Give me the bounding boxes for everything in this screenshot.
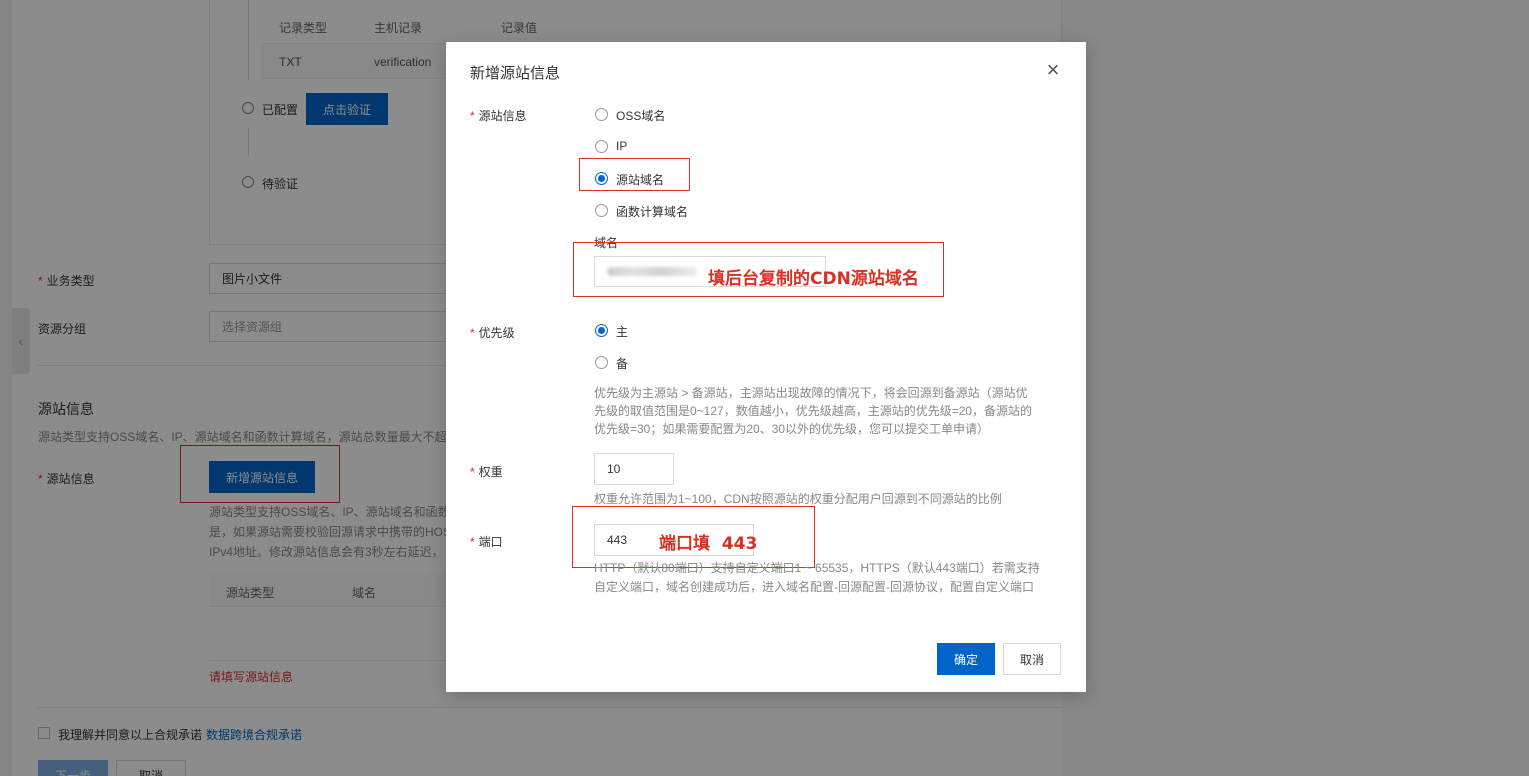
port-help-line: HTTP（默认80端口）支持自定义端口1 ~ 65535，HTTPS（默认443… [594,561,1040,575]
port-label: * 端口 [470,535,503,549]
weight-label: * 权重 [470,465,503,479]
radio-label-function-compute: 函数计算域名 [616,205,689,219]
radio-label-origin-domain: 源站域名 [616,173,665,187]
radio-priority-primary[interactable] [595,324,608,337]
radio-label-oss-domain: OSS域名 [616,109,666,123]
redacted-domain [607,267,697,276]
priority-help-line: 优先级=30；如果需要配置为20、30以外的优先级，您可以提交工单申请） [594,422,990,436]
weight-input[interactable]: 10 [594,453,674,485]
priority-label: * 优先级 [470,326,515,340]
priority-help-line: 优先级为主源站 > 备源站，主源站出现故障的情况下，将会回源到备源站（源站优 [594,386,1028,400]
port-annotation: 端口填 443 [659,534,758,554]
port-help-line: 自定义端口，域名创建成功后，进入域名配置-回源配置-回源协议，配置自定义端口 [594,580,1034,594]
priority-help-line: 先级的取值范围是0~127，数值越小，优先级越高，主源站的优先级=20，备源站的 [594,404,1033,418]
radio-label-ip: IP [616,139,628,153]
dialog-title: 新增源站信息 [470,65,561,82]
radio-label-priority-primary: 主 [616,325,629,339]
close-icon[interactable]: × [1042,59,1064,82]
radio-function-compute[interactable] [595,204,608,217]
cancel-button[interactable]: 取消 [1003,643,1061,675]
confirm-button[interactable]: 确定 [937,643,995,675]
add-origin-dialog: 新增源站信息 × * 源站信息 OSS域名 IP 源站域名 函数计算域名 域名 填… [446,42,1086,692]
origin-type-label: * 源站信息 [470,109,527,123]
domain-annotation: 填后台复制的CDN源站域名 [708,269,919,289]
radio-origin-domain[interactable] [595,172,608,185]
radio-oss-domain[interactable] [595,108,608,121]
radio-priority-backup[interactable] [595,356,608,369]
radio-ip[interactable] [595,140,608,153]
radio-label-priority-backup: 备 [616,357,629,371]
